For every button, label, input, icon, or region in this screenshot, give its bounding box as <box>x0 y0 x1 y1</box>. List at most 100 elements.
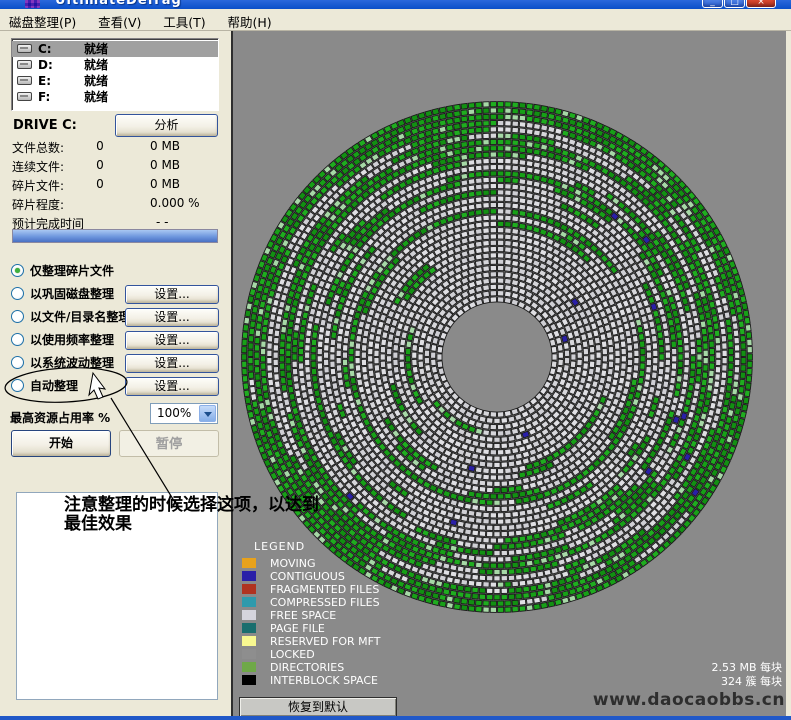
stat-size: - - <box>156 215 168 229</box>
pause-button: 暂停 <box>119 430 219 457</box>
stat-size: 0.000 % <box>150 196 200 210</box>
resource-usage-value: 100% <box>157 406 191 420</box>
legend-label: DIRECTORIES <box>270 661 344 674</box>
compressed-swatch <box>242 597 256 607</box>
radio-label: 以系统波动整理 <box>30 355 114 371</box>
maximize-icon: □ <box>725 0 744 7</box>
drive-row-d[interactable]: D: 就绪 <box>12 57 218 73</box>
window-title: UltimateDefrag <box>55 0 182 8</box>
radio-icon[interactable] <box>11 287 24 300</box>
drive-icon <box>17 60 32 69</box>
disk-map-panel: LEGEND MOVING CONTIGUOUS FRAGMENTED FILE… <box>231 31 786 716</box>
legend-label: LOCKED <box>270 648 315 661</box>
moving-swatch <box>242 558 256 568</box>
restore-default-button[interactable]: 恢复到默认 <box>239 697 397 716</box>
legend-label: FRAGMENTED FILES <box>270 583 379 596</box>
stat-size: 0 MB <box>150 158 180 172</box>
watermark: www.daocaobbs.cn <box>593 690 785 710</box>
drive-row-f[interactable]: F: 就绪 <box>12 89 218 105</box>
cluster-text: 324 簇 每块 <box>711 675 782 689</box>
legend-label: PAGE FILE <box>270 622 325 635</box>
locked-swatch <box>242 649 256 659</box>
radio-icon[interactable] <box>11 356 24 369</box>
directories-swatch <box>242 662 256 672</box>
log-listbox[interactable] <box>16 492 218 700</box>
radio-label: 仅整理碎片文件 <box>30 263 114 279</box>
legend-label: INTERBLOCK SPACE <box>270 674 378 687</box>
block-size-text: 2.53 MB 每块 <box>711 661 782 675</box>
fragmented-swatch <box>242 584 256 594</box>
maximize-button[interactable]: □ <box>724 0 745 8</box>
stat-contiguous-files: 连续文件: 0 0 MB <box>0 158 229 174</box>
menu-defrag[interactable]: 磁盘整理(P) <box>0 9 85 35</box>
stat-label: 文件总数: <box>12 139 64 156</box>
drive-letter: E: <box>38 73 51 89</box>
stat-count: 0 <box>88 158 112 172</box>
drive-row-e[interactable]: E: 就绪 <box>12 73 218 89</box>
drive-icon <box>17 76 32 85</box>
drive-icon <box>17 92 32 101</box>
drive-status: 就绪 <box>84 41 108 57</box>
block-info: 2.53 MB 每块 324 簇 每块 <box>711 661 782 689</box>
menu-tools[interactable]: 工具(T) <box>154 9 214 35</box>
legend-label: FREE SPACE <box>270 609 336 622</box>
window-bottom-border <box>0 716 791 720</box>
progress-bar <box>12 229 218 243</box>
selected-drive-title: DRIVE C: <box>13 118 77 133</box>
radio-icon[interactable] <box>11 310 24 323</box>
legend-title: LEGEND <box>254 540 305 553</box>
radio-label: 以巩固磁盘整理 <box>30 286 114 302</box>
menu-view[interactable]: 查看(V) <box>89 9 150 35</box>
pagefile-swatch <box>242 623 256 633</box>
radio-icon[interactable] <box>11 379 24 392</box>
minimize-button[interactable]: _ <box>702 0 723 8</box>
stat-size: 0 MB <box>150 139 180 153</box>
settings-button-filename[interactable]: 设置... <box>125 308 219 327</box>
close-icon: × <box>747 0 775 7</box>
stat-total-files: 文件总数: 0 0 MB <box>0 139 229 155</box>
interblock-swatch <box>242 675 256 685</box>
analyze-button[interactable]: 分析 <box>115 114 218 137</box>
stat-label: 碎片文件: <box>12 177 64 194</box>
legend-label: CONTIGUOUS <box>270 570 345 583</box>
drive-status: 就绪 <box>84 89 108 105</box>
radio-icon[interactable] <box>11 264 24 277</box>
ultimatedefrag-window: { "window": { "title": "UltimateDefrag",… <box>0 0 791 720</box>
stat-label: 碎片程度: <box>12 196 64 213</box>
option-defrag-only[interactable]: 仅整理碎片文件 <box>0 263 229 280</box>
resource-usage-label: 最高资源占用率 % <box>10 409 110 426</box>
stat-label: 连续文件: <box>12 158 64 175</box>
drive-icon <box>17 44 32 53</box>
resource-usage-select[interactable]: 100% <box>150 403 218 424</box>
stat-count: 0 <box>88 177 112 191</box>
drive-status: 就绪 <box>84 57 108 73</box>
stat-size: 0 MB <box>150 177 180 191</box>
settings-button-frequency[interactable]: 设置... <box>125 331 219 350</box>
menu-help[interactable]: 帮助(H) <box>218 9 280 35</box>
settings-button-consolidate[interactable]: 设置... <box>125 285 219 304</box>
radio-icon[interactable] <box>11 333 24 346</box>
radio-label: 以使用频率整理 <box>30 332 114 348</box>
chevron-down-icon[interactable] <box>199 405 216 422</box>
drive-row-c[interactable]: C: 就绪 <box>12 41 218 57</box>
stat-count: 0 <box>88 139 112 153</box>
start-button[interactable]: 开始 <box>11 430 111 457</box>
settings-button-volatility[interactable]: 设置... <box>125 354 219 373</box>
close-button[interactable]: × <box>746 0 776 8</box>
drive-status: 就绪 <box>84 73 108 89</box>
freespace-swatch <box>242 610 256 620</box>
settings-button-auto[interactable]: 设置... <box>125 377 219 396</box>
radio-label: 以文件/目录名整理 <box>30 309 130 325</box>
control-panel: C: 就绪 D: 就绪 E: 就绪 F: 就绪 DRIVE C: 分析 文件总数… <box>0 31 229 716</box>
stat-fragmented-files: 碎片文件: 0 0 MB <box>0 177 229 193</box>
legend-label: COMPRESSED FILES <box>270 596 380 609</box>
menu-bar: 磁盘整理(P) 查看(V) 工具(T) 帮助(H) <box>0 9 791 31</box>
drive-letter: D: <box>38 57 53 73</box>
drive-letter: C: <box>38 41 52 57</box>
app-icon <box>25 0 40 8</box>
radio-label: 自动整理 <box>30 378 78 394</box>
minimize-icon: _ <box>703 0 722 7</box>
legend-label: RESERVED FOR MFT <box>270 635 380 648</box>
window-right-border <box>786 31 791 716</box>
mft-swatch <box>242 636 256 646</box>
